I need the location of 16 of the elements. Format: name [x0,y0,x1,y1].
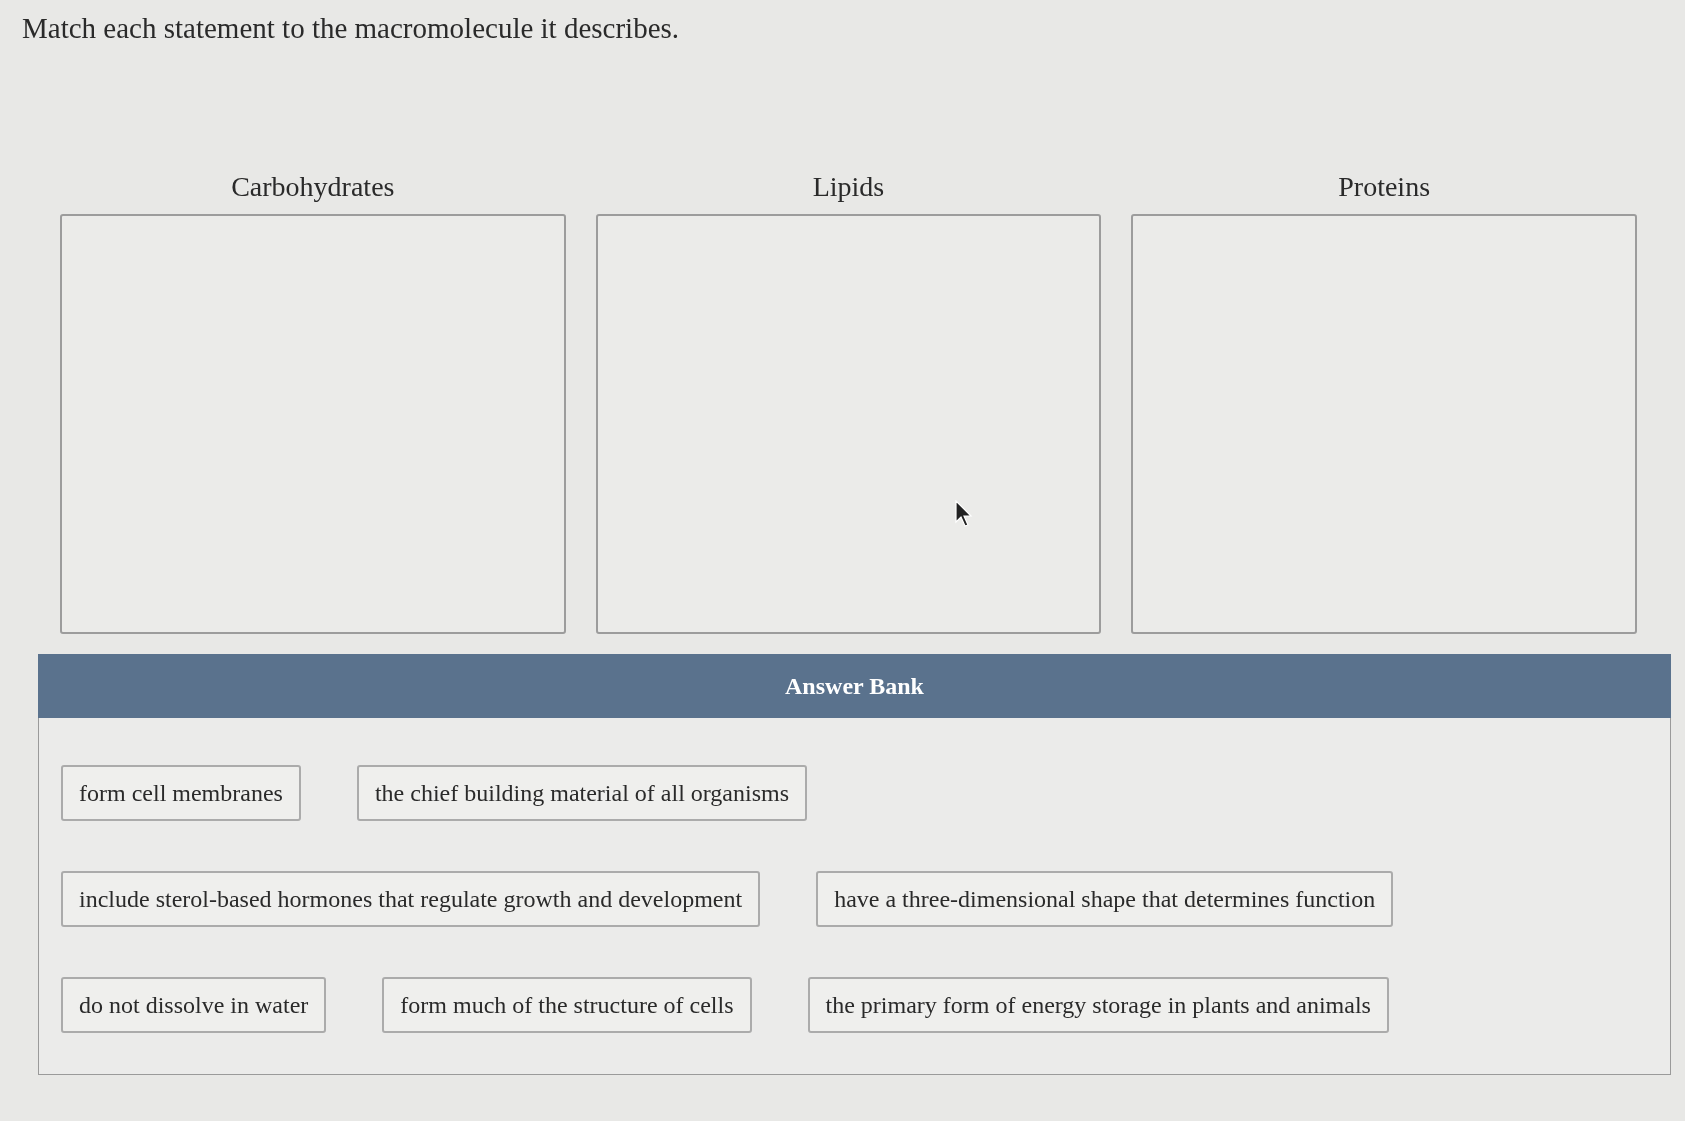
answer-chip[interactable]: have a three-dimensional shape that determines function [816,871,1394,927]
answer-chip[interactable]: form much of the structure of cells [382,977,752,1033]
category-label: Lipids [812,170,885,204]
answer-bank-title: Answer Bank [785,672,924,701]
drop-zone[interactable] [1131,214,1637,634]
cursor-icon [955,500,973,528]
answer-chip[interactable]: do not dissolve in water [61,977,327,1033]
category-label: Proteins [1338,170,1431,204]
answer-chip[interactable]: the primary form of energy storage in plants and animals [807,977,1389,1033]
answer-chip[interactable]: the chief building material of all organisms [356,765,808,821]
question-prompt: Match each statement to the macromolecule it describes. [22,11,680,46]
answer-chip[interactable]: include sterol-based hormones that regulate growth and development [61,871,761,927]
answer-chip[interactable]: form cell membranes [61,765,301,821]
category-label: Carbohydrates [231,170,395,204]
drop-zone[interactable] [60,214,566,634]
drop-zone[interactable] [595,214,1102,634]
